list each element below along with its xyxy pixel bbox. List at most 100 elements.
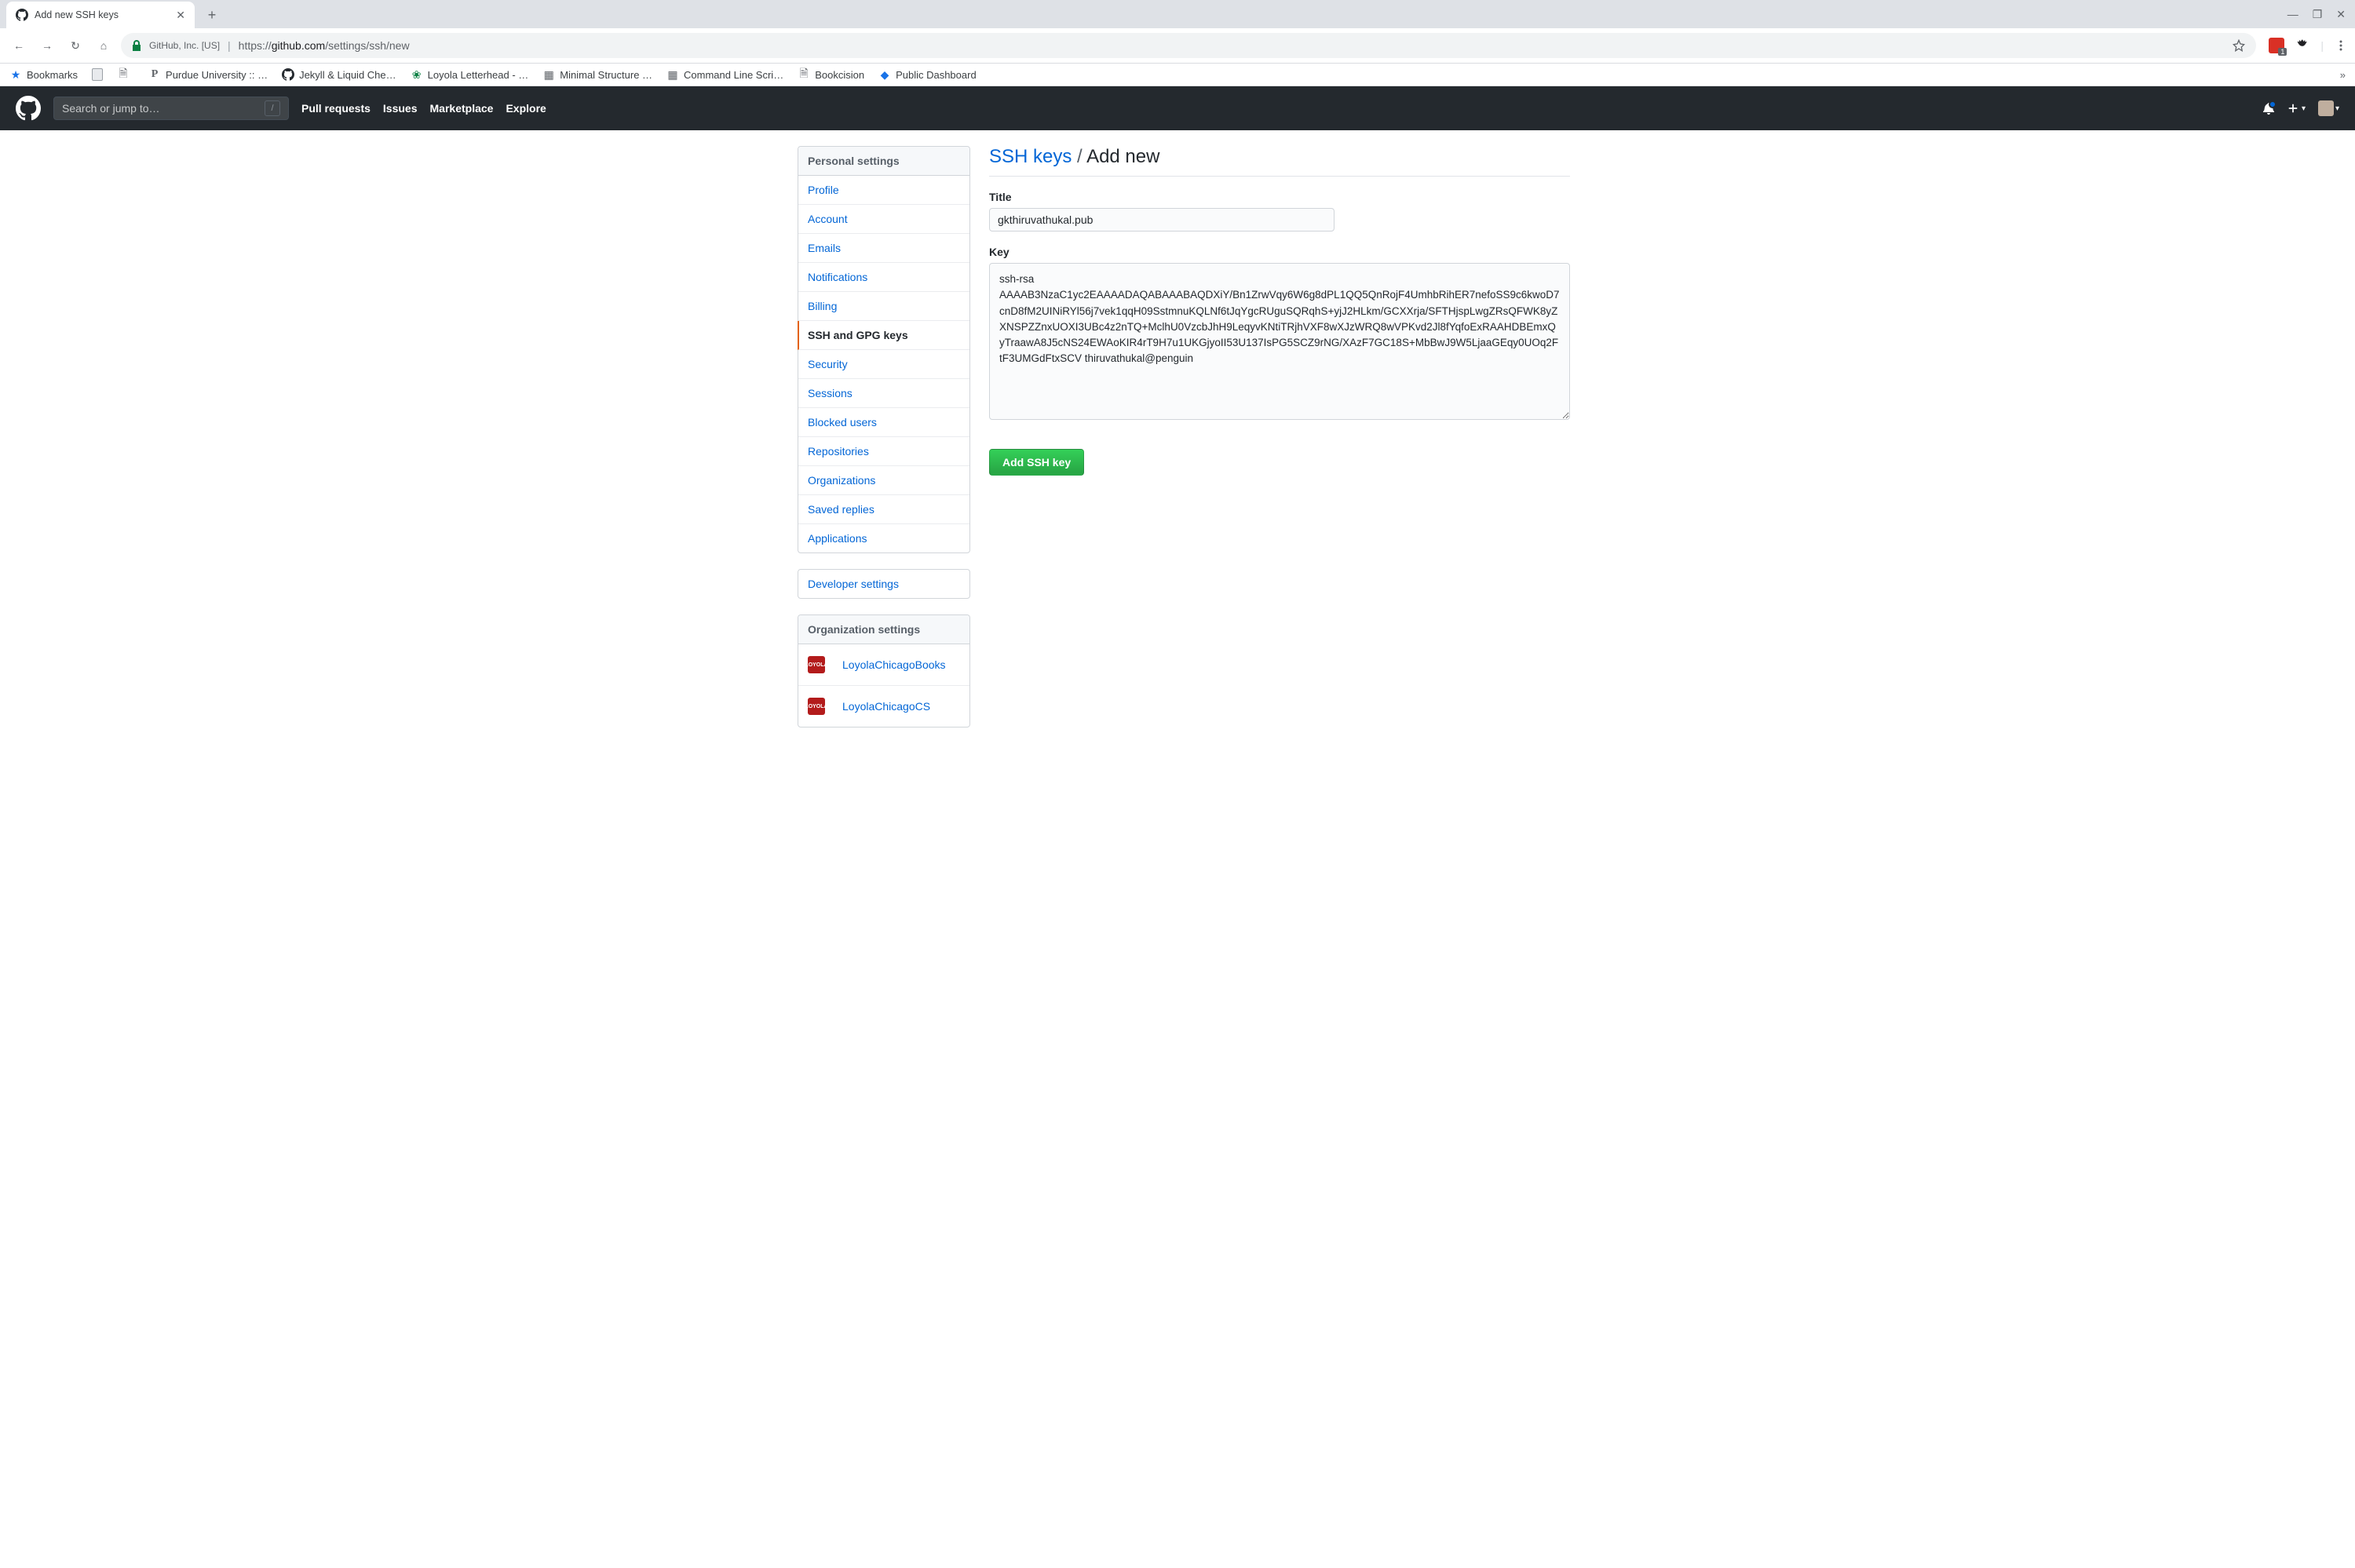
grid-icon: ▦ bbox=[542, 68, 555, 81]
security-label: GitHub, Inc. [US] bbox=[149, 40, 220, 51]
tab-close-icon[interactable]: ✕ bbox=[176, 9, 185, 22]
sidebar-item-sessions[interactable]: Sessions bbox=[798, 379, 969, 408]
star-filled-icon: ★ bbox=[9, 68, 22, 81]
sidebar-item-account[interactable]: Account bbox=[798, 205, 969, 234]
forward-button[interactable]: → bbox=[36, 35, 58, 57]
nav-marketplace[interactable]: Marketplace bbox=[430, 102, 494, 115]
sidebar-item-profile[interactable]: Profile bbox=[798, 176, 969, 205]
tab-title: Add new SSH keys bbox=[35, 9, 119, 20]
sidebar-item-saved-replies[interactable]: Saved replies bbox=[798, 495, 969, 524]
tab-strip: Add new SSH keys ✕ + bbox=[0, 0, 223, 28]
lock-icon bbox=[132, 40, 141, 51]
bookmark-item[interactable]: ▦Minimal Structure … bbox=[542, 68, 652, 81]
developer-settings-menu: Developer settings bbox=[798, 569, 970, 599]
caret-down-icon: ▾ bbox=[2302, 104, 2306, 113]
address-bar[interactable]: GitHub, Inc. [US] | https://github.com/s… bbox=[121, 33, 2256, 58]
org-avatar-icon: LOYOLA bbox=[808, 698, 825, 715]
page-icon: 🗎 bbox=[798, 68, 810, 81]
page-container: Personal settings Profile Account Emails… bbox=[785, 130, 1570, 759]
notification-dot bbox=[2269, 100, 2276, 108]
minimize-button[interactable]: — bbox=[2287, 8, 2298, 20]
back-button[interactable]: ← bbox=[8, 35, 30, 57]
github-favicon bbox=[16, 9, 28, 21]
browser-toolbar: ← → ↻ ⌂ GitHub, Inc. [US] | https://gith… bbox=[0, 28, 2355, 64]
sidebar-item-ssh-gpg-keys[interactable]: SSH and GPG keys bbox=[798, 321, 969, 350]
sidebar-item-billing[interactable]: Billing bbox=[798, 292, 969, 321]
search-placeholder: Search or jump to… bbox=[62, 102, 160, 115]
diamond-icon: ◆ bbox=[878, 68, 891, 81]
key-label: Key bbox=[989, 246, 1570, 258]
breadcrumb-separator: / bbox=[1072, 146, 1086, 167]
page-title: SSH keys / Add new bbox=[989, 146, 1570, 177]
extension-badge-icon[interactable] bbox=[2269, 38, 2284, 53]
extension-gnome-icon[interactable] bbox=[2295, 38, 2309, 53]
browser-menu-icon[interactable] bbox=[2335, 39, 2347, 52]
browser-chrome: Add new SSH keys ✕ + — ❐ ✕ ← → ↻ ⌂ GitHu… bbox=[0, 0, 2355, 86]
user-menu[interactable]: ▾ bbox=[2318, 100, 2339, 116]
nav-issues[interactable]: Issues bbox=[383, 102, 418, 115]
slash-key-icon: / bbox=[265, 100, 280, 116]
bookmark-item[interactable]: ❀Loyola Letterhead - … bbox=[411, 68, 529, 81]
new-tab-button[interactable]: + bbox=[201, 4, 223, 26]
github-logo-icon[interactable] bbox=[16, 96, 41, 121]
org-link[interactable]: LoyolaChicagoCS bbox=[833, 692, 940, 720]
maximize-button[interactable]: ❐ bbox=[2313, 8, 2323, 21]
page-icon: 🗎 bbox=[117, 68, 130, 81]
github-search-input[interactable]: Search or jump to… / bbox=[53, 97, 289, 120]
breadcrumb-ssh-keys-link[interactable]: SSH keys bbox=[989, 146, 1072, 167]
add-ssh-key-button[interactable]: Add SSH key bbox=[989, 449, 1084, 476]
sidebar-item-security[interactable]: Security bbox=[798, 350, 969, 379]
leaf-icon: ❀ bbox=[411, 68, 423, 81]
url-text: https://github.com/settings/ssh/new bbox=[239, 39, 410, 52]
bookmark-item[interactable]: 🗎Bookcision bbox=[798, 68, 864, 81]
sidebar-item-notifications[interactable]: Notifications bbox=[798, 263, 969, 292]
sidebar-item-emails[interactable]: Emails bbox=[798, 234, 969, 263]
reload-button[interactable]: ↻ bbox=[64, 35, 86, 57]
sidebar-item-developer-settings[interactable]: Developer settings bbox=[798, 570, 969, 598]
toolbar-separator: | bbox=[2320, 39, 2324, 52]
org-item[interactable]: LOYOLA LoyolaChicagoCS bbox=[798, 686, 969, 727]
breadcrumb-current: Add new bbox=[1086, 146, 1159, 167]
home-button[interactable]: ⌂ bbox=[93, 35, 115, 57]
nav-explore[interactable]: Explore bbox=[506, 102, 546, 115]
sidebar-item-organizations[interactable]: Organizations bbox=[798, 466, 969, 495]
window-controls: — ❐ ✕ bbox=[2287, 0, 2355, 28]
menu-heading-org: Organization settings bbox=[798, 615, 969, 644]
personal-settings-menu: Personal settings Profile Account Emails… bbox=[798, 146, 970, 553]
notifications-icon[interactable] bbox=[2262, 102, 2275, 115]
bookmark-item[interactable]: 🗎 bbox=[117, 68, 134, 81]
caret-down-icon: ▾ bbox=[2335, 104, 2339, 113]
organization-settings-menu: Organization settings LOYOLA LoyolaChica… bbox=[798, 614, 970, 727]
sidebar-item-applications[interactable]: Applications bbox=[798, 524, 969, 552]
title-input[interactable] bbox=[989, 208, 1334, 232]
settings-sidebar: Personal settings Profile Account Emails… bbox=[798, 146, 970, 743]
github-header: Search or jump to… / Pull requests Issue… bbox=[0, 86, 2355, 130]
avatar bbox=[2318, 100, 2334, 116]
nav-pull-requests[interactable]: Pull requests bbox=[301, 102, 371, 115]
org-item[interactable]: LOYOLA LoyolaChicagoBooks bbox=[798, 644, 969, 686]
omnibox-divider: | bbox=[228, 39, 231, 52]
window-close-button[interactable]: ✕ bbox=[2336, 8, 2346, 21]
bookmarks-overflow-icon[interactable]: » bbox=[2340, 69, 2346, 81]
sidebar-item-repositories[interactable]: Repositories bbox=[798, 437, 969, 466]
letter-p-icon: P bbox=[148, 68, 161, 81]
sidebar-item-blocked-users[interactable]: Blocked users bbox=[798, 408, 969, 437]
add-menu[interactable]: ▾ bbox=[2287, 103, 2306, 114]
menu-heading-personal: Personal settings bbox=[798, 147, 969, 176]
bookmark-item[interactable]: ▦Command Line Scri… bbox=[666, 68, 783, 81]
title-label: Title bbox=[989, 191, 1570, 203]
star-icon[interactable] bbox=[2233, 39, 2245, 52]
bookmark-item[interactable]: ◆Public Dashboard bbox=[878, 68, 977, 81]
key-textarea[interactable] bbox=[989, 263, 1570, 420]
org-avatar-icon: LOYOLA bbox=[808, 656, 825, 673]
grid-icon: ▦ bbox=[666, 68, 679, 81]
bookmarks-button[interactable]: ★ Bookmarks bbox=[9, 68, 78, 81]
bookmark-item[interactable] bbox=[92, 68, 103, 81]
github-icon bbox=[282, 68, 294, 81]
browser-tab[interactable]: Add new SSH keys ✕ bbox=[6, 2, 195, 28]
bookmark-item[interactable]: PPurdue University :: … bbox=[148, 68, 268, 81]
github-nav: Pull requests Issues Marketplace Explore bbox=[301, 102, 546, 115]
page-icon bbox=[92, 68, 103, 81]
org-link[interactable]: LoyolaChicagoBooks bbox=[833, 651, 955, 679]
bookmark-item[interactable]: Jekyll & Liquid Che… bbox=[282, 68, 396, 81]
